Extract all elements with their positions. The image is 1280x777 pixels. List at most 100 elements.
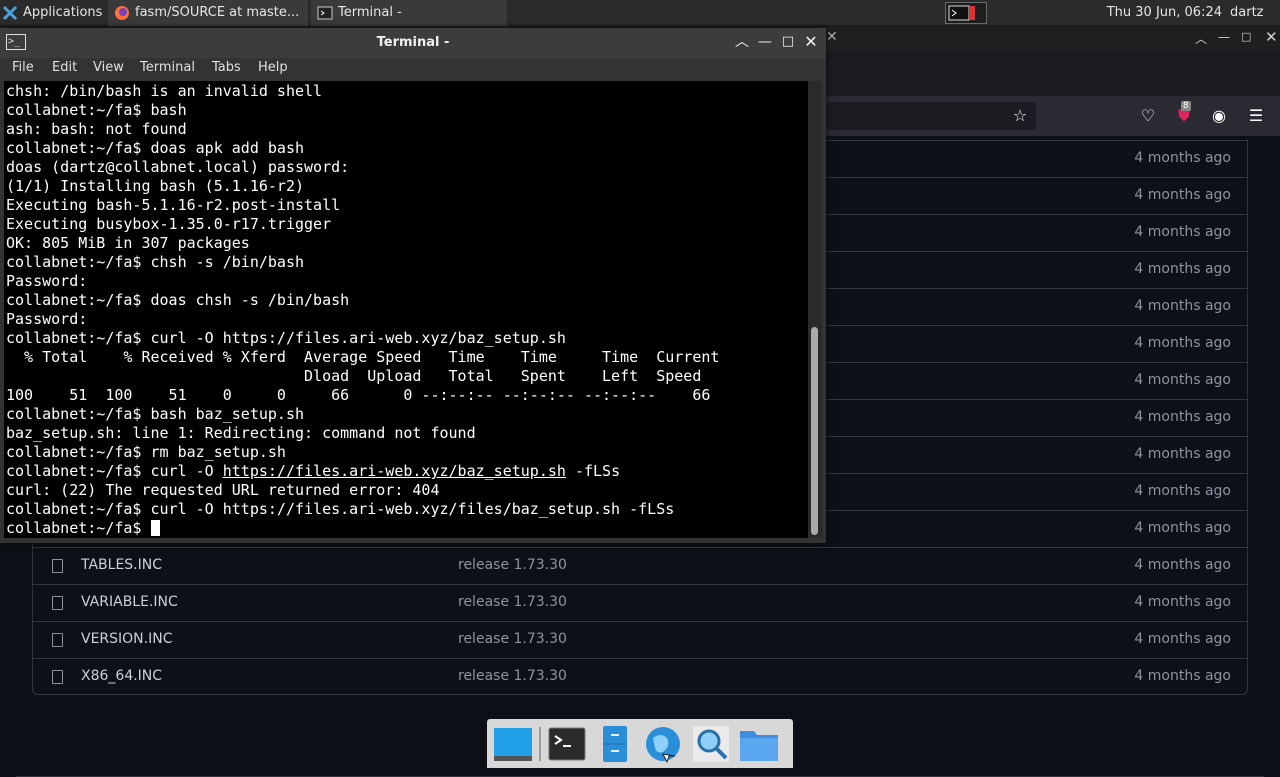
- commit-age: 4 months ago: [1134, 631, 1231, 647]
- xfce-logo-icon: [2, 5, 18, 21]
- browser-chevron-icon[interactable]: ︿: [1195, 30, 1207, 47]
- commit-age: 4 months ago: [1134, 150, 1231, 166]
- terminal-line: OK: 805 MiB in 307 packages: [6, 234, 250, 252]
- terminal-line: collabnet:~/fa$: [6, 519, 719, 538]
- commit-age: 4 months ago: [1134, 409, 1231, 425]
- terminal-line: collabnet:~/fa$ curl -O https://files.ar…: [6, 500, 675, 518]
- commit-message[interactable]: release 1.73.30: [458, 631, 567, 647]
- terminal-scrollbar[interactable]: [808, 81, 822, 538]
- terminal-emulator-icon: [548, 727, 586, 760]
- commit-age: 4 months ago: [1134, 594, 1231, 610]
- commit-age: 4 months ago: [1134, 335, 1231, 351]
- app-finder-search-icon: [693, 725, 729, 762]
- dock-files-button[interactable]: [737, 722, 781, 766]
- file-icon: [52, 670, 63, 684]
- commit-age: 4 months ago: [1134, 557, 1231, 573]
- file-row[interactable]: TABLES.INC release 1.73.30 4 months ago: [33, 547, 1247, 584]
- terminal-line: collabnet:~/fa$ doas chsh -s /bin/bash: [6, 291, 350, 309]
- menu-tabs[interactable]: Tabs: [212, 60, 241, 75]
- commit-message[interactable]: release 1.73.30: [458, 594, 567, 610]
- url-bar[interactable]: [826, 102, 1036, 130]
- ublock-count-badge: 8: [1181, 101, 1191, 111]
- hamburger-menu-icon[interactable]: ☰: [1246, 106, 1266, 126]
- terminal-line: curl: (22) The requested URL returned er…: [6, 481, 440, 499]
- terminal-line: doas (dartz@collabnet.local) password:: [6, 158, 350, 176]
- dock-search-button[interactable]: [689, 722, 733, 766]
- terminal-line: collabnet:~/fa$ curl -O https://files.ar…: [6, 329, 566, 347]
- terminal-lines: chsh: /bin/bash is an invalid shell colla…: [6, 82, 719, 538]
- menu-help[interactable]: Help: [258, 60, 288, 75]
- file-row[interactable]: VARIABLE.INC release 1.73.30 4 months ago: [33, 584, 1247, 621]
- file-cabinet-icon: [603, 725, 627, 762]
- taskbar-terminal-label: Terminal -: [338, 5, 402, 20]
- file-name[interactable]: VERSION.INC: [81, 631, 173, 647]
- file-name[interactable]: TABLES.INC: [81, 557, 162, 573]
- commit-age: 4 months ago: [1134, 261, 1231, 277]
- commit-age: 4 months ago: [1134, 187, 1231, 203]
- account-icon[interactable]: ◉: [1209, 106, 1229, 126]
- commit-age: 4 months ago: [1134, 520, 1231, 536]
- menu-terminal[interactable]: Terminal: [140, 60, 195, 75]
- text-cursor: [150, 520, 160, 536]
- workspace-switcher[interactable]: [944, 1, 987, 24]
- terminal-line: collabnet:~/fa$ chsh -s /bin/bash: [6, 253, 305, 271]
- terminal-line: collabnet:~/fa$ bash baz_setup.sh: [6, 405, 305, 423]
- terminal-line: collabnet:~/fa$ bash: [6, 101, 187, 119]
- terminal-line: Password:: [6, 310, 88, 328]
- pocket-icon[interactable]: ♡: [1138, 106, 1158, 126]
- bookmark-star-icon[interactable]: ☆: [1010, 106, 1030, 126]
- taskbar-firefox[interactable]: fasm/SOURCE at maste...: [108, 0, 308, 26]
- show-desktop-icon: [494, 727, 532, 761]
- applications-menu[interactable]: Applications: [0, 0, 108, 26]
- terminal-line: Executing busybox-1.35.0-r17.trigger: [6, 215, 332, 233]
- folder-icon: [740, 730, 778, 761]
- file-name[interactable]: X86_64.INC: [81, 668, 162, 684]
- file-icon: [52, 596, 63, 610]
- taskbar-terminal[interactable]: Terminal -: [311, 0, 507, 26]
- menu-file[interactable]: File: [12, 60, 34, 75]
- menu-edit[interactable]: Edit: [52, 60, 77, 75]
- file-icon: [52, 633, 63, 647]
- firefox-icon: [114, 5, 130, 21]
- terminal-line: chsh: /bin/bash is an invalid shell: [6, 82, 323, 100]
- file-row[interactable]: X86_64.INC release 1.73.30 4 months ago: [33, 658, 1247, 695]
- user-menu[interactable]: dartz: [1230, 5, 1280, 20]
- shell-prompt: collabnet:~/fa$: [6, 519, 151, 537]
- dock-web-browser-button[interactable]: [641, 722, 685, 766]
- terminal-line: % Total % Received % Xferd Average Speed…: [6, 348, 720, 366]
- terminal-line: Password:: [6, 272, 88, 290]
- menu-view[interactable]: View: [93, 60, 124, 75]
- file-name[interactable]: VARIABLE.INC: [81, 594, 178, 610]
- commit-age: 4 months ago: [1134, 483, 1231, 499]
- url-link[interactable]: https://files.ari-web.xyz/baz_setup.sh: [223, 462, 566, 480]
- file-row[interactable]: VERSION.INC release 1.73.30 4 months ago: [33, 621, 1247, 658]
- terminal-line: baz_setup.sh: line 1: Redirecting: comma…: [6, 424, 476, 442]
- dock-desktop-button[interactable]: [491, 722, 535, 766]
- minimize-icon[interactable]: —: [756, 33, 774, 51]
- browser-close-icon[interactable]: ✕: [1265, 28, 1278, 46]
- dock-file-cabinet-button[interactable]: [593, 722, 637, 766]
- commit-age: 4 months ago: [1134, 668, 1231, 684]
- commit-message[interactable]: release 1.73.30: [458, 668, 567, 684]
- dock-terminal-button[interactable]: [545, 722, 589, 766]
- close-icon[interactable]: ✕: [802, 33, 820, 51]
- scrollbar-thumb[interactable]: [811, 327, 818, 535]
- workspace-terminal-icon: [948, 5, 975, 20]
- terminal-line: collabnet:~/fa$ curl -O https://files.ar…: [6, 462, 719, 481]
- commit-message[interactable]: release 1.73.30: [458, 557, 567, 573]
- browser-maximize-icon[interactable]: □: [1241, 30, 1251, 43]
- browser-minimize-icon[interactable]: —: [1218, 30, 1230, 44]
- dock: [487, 719, 793, 768]
- tab-close-icon[interactable]: ✕: [826, 29, 838, 45]
- shade-chevron-icon[interactable]: ︿: [733, 33, 751, 51]
- terminal-window[interactable]: >_ Terminal - ︿ — □ ✕ File Edit View Ter…: [0, 28, 826, 543]
- clock[interactable]: Thu 30 Jun, 06:24: [1107, 5, 1222, 20]
- terminal-titlebar[interactable]: >_ Terminal - ︿ — □ ✕: [0, 28, 826, 58]
- terminal-line: ash: bash: not found: [6, 120, 187, 138]
- terminal-output[interactable]: chsh: /bin/bash is an invalid shell colla…: [4, 81, 808, 538]
- maximize-icon[interactable]: □: [779, 33, 797, 51]
- terminal-title: Terminal -: [376, 35, 450, 50]
- commit-age: 4 months ago: [1134, 224, 1231, 240]
- commit-age: 4 months ago: [1134, 446, 1231, 462]
- commit-age: 4 months ago: [1134, 298, 1231, 314]
